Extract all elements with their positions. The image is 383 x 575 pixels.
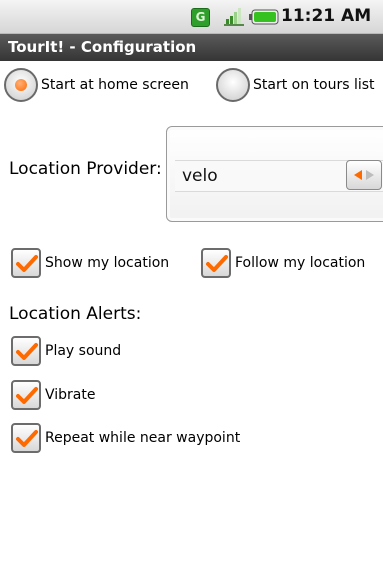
vibrate-checkbox[interactable]: Vibrate (11, 380, 95, 410)
start-option-group: Start at home screen Start on tours list (0, 64, 383, 106)
spinner-arrow-button[interactable] (346, 160, 382, 190)
radio-label: Start at home screen (41, 77, 189, 93)
checkbox-checked-icon[interactable] (201, 248, 231, 278)
checkbox-checked-icon[interactable] (11, 380, 41, 410)
spinner-value: velo (182, 166, 218, 186)
left-right-arrows-icon (354, 170, 374, 180)
checkbox-checked-icon[interactable] (11, 248, 41, 278)
checkbox-checked-icon[interactable] (11, 336, 41, 366)
battery-icon (249, 9, 279, 25)
radio-label: Start on tours list (253, 77, 375, 93)
radio-start-home[interactable]: Start at home screen (4, 64, 189, 106)
title-bar: TourIt! - Configuration (0, 34, 383, 61)
clock: 11:21 AM (281, 6, 372, 26)
checkbox-label: Vibrate (45, 387, 96, 403)
app-title: TourIt! - Configuration (8, 38, 197, 56)
location-provider-label: Location Provider: (9, 159, 162, 179)
follow-my-location-checkbox[interactable]: Follow my location (201, 248, 365, 278)
radio-selected-icon[interactable] (4, 68, 38, 102)
checkbox-checked-icon[interactable] (11, 423, 41, 453)
repeat-near-waypoint-checkbox[interactable]: Repeat while near waypoint (11, 423, 240, 453)
checkbox-label: Follow my location (235, 255, 366, 271)
location-alerts-label: Location Alerts: (9, 304, 142, 324)
play-sound-checkbox[interactable]: Play sound (11, 336, 121, 366)
status-bar: G 11:21 AM (0, 0, 383, 34)
signal-icon (224, 8, 244, 26)
checkbox-label: Repeat while near waypoint (45, 430, 241, 446)
radio-start-tours[interactable]: Start on tours list (216, 64, 375, 106)
show-my-location-checkbox[interactable]: Show my location (11, 248, 169, 278)
radio-unselected-icon[interactable] (216, 68, 250, 102)
checkbox-label: Show my location (45, 255, 170, 271)
notification-icon: G (191, 8, 210, 27)
checkbox-label: Play sound (45, 343, 122, 359)
location-provider-spinner[interactable]: velo (166, 126, 383, 222)
